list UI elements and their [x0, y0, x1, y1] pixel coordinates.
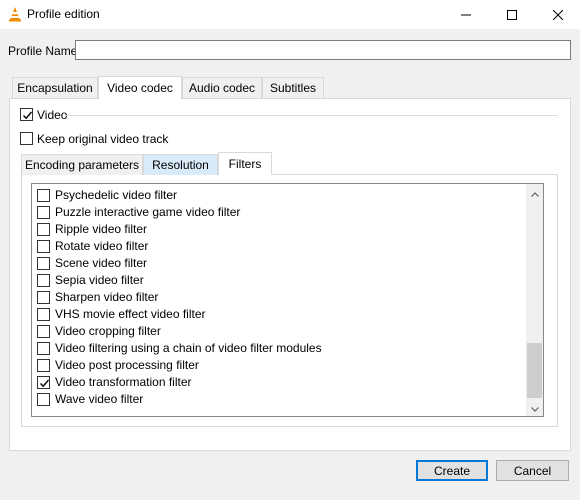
filter-label: VHS movie effect video filter: [55, 307, 206, 321]
create-button[interactable]: Create: [416, 460, 488, 481]
filter-label: Scene video filter: [55, 256, 148, 270]
profile-name-input[interactable]: [75, 40, 571, 60]
list-item[interactable]: Scene video filter: [32, 255, 526, 272]
filter-checkbox[interactable]: [37, 342, 50, 355]
window-title: Profile edition: [27, 7, 100, 21]
filter-label: Sepia video filter: [55, 273, 144, 287]
filter-checkbox[interactable]: [37, 359, 50, 372]
maximize-button[interactable]: [489, 0, 535, 29]
list-item[interactable]: VHS movie effect video filter: [32, 306, 526, 323]
cancel-button-label: Cancel: [513, 463, 552, 478]
filter-label: Puzzle interactive game video filter: [55, 205, 241, 219]
filter-label: Sharpen video filter: [55, 290, 159, 304]
list-item[interactable]: Psychedelic video filter: [32, 187, 526, 204]
filter-checkbox[interactable]: [37, 308, 50, 321]
list-item[interactable]: Video transformation filter: [32, 374, 526, 391]
keep-original-checkbox[interactable]: [20, 132, 33, 145]
filter-label: Ripple video filter: [55, 222, 148, 236]
scroll-up-button[interactable]: [526, 184, 543, 201]
filter-label: Wave video filter: [55, 392, 144, 406]
chevron-down-icon: [530, 401, 539, 415]
profile-name-label: Profile Name: [8, 44, 78, 58]
video-enable-label: Video: [37, 108, 68, 122]
tab-encoding-parameters[interactable]: Encoding parameters: [21, 154, 143, 175]
filter-label: Video cropping filter: [55, 324, 161, 338]
filter-checkbox[interactable]: [37, 240, 50, 253]
tab-resolution[interactable]: Resolution: [143, 154, 218, 175]
filter-label: Rotate video filter: [55, 239, 149, 253]
close-icon: [553, 9, 563, 20]
vertical-scrollbar[interactable]: [526, 184, 543, 416]
keep-original-label: Keep original video track: [37, 132, 169, 146]
video-enable-checkbox[interactable]: [20, 108, 33, 121]
tab-video-codec[interactable]: Video codec: [98, 76, 182, 99]
list-item[interactable]: Video filtering using a chain of video f…: [32, 340, 526, 357]
filter-label: Video filtering using a chain of video f…: [55, 341, 322, 355]
maximize-icon: [507, 9, 517, 20]
checkmark-icon: [23, 111, 33, 120]
filter-checkbox[interactable]: [37, 257, 50, 270]
vlc-cone-icon: [7, 6, 23, 22]
filter-checkbox[interactable]: [37, 206, 50, 219]
list-item[interactable]: Wave video filter: [32, 391, 526, 408]
list-item[interactable]: Sharpen video filter: [32, 289, 526, 306]
tab-encapsulation[interactable]: Encapsulation: [12, 77, 98, 98]
tab-subtitles[interactable]: Subtitles: [262, 77, 324, 98]
cancel-button[interactable]: Cancel: [496, 460, 569, 481]
filter-checkbox[interactable]: [37, 376, 50, 389]
scrollbar-thumb[interactable]: [527, 343, 542, 398]
tab-label: Video codec: [107, 81, 173, 95]
list-item[interactable]: Rotate video filter: [32, 238, 526, 255]
title-bar: Profile edition: [0, 0, 580, 29]
filter-checkbox[interactable]: [37, 393, 50, 406]
filter-label: Psychedelic video filter: [55, 188, 178, 202]
tab-label: Filters: [228, 157, 262, 171]
tab-label: Resolution: [152, 158, 209, 172]
create-button-label: Create: [433, 463, 471, 478]
filter-list[interactable]: Psychedelic video filter Puzzle interact…: [31, 183, 544, 417]
tab-label: Encapsulation: [17, 81, 93, 95]
tab-audio-codec[interactable]: Audio codec: [182, 77, 262, 98]
filter-checkbox[interactable]: [37, 223, 50, 236]
group-separator: [66, 115, 558, 116]
filter-label: Video post processing filter: [55, 358, 199, 372]
filter-checkbox[interactable]: [37, 189, 50, 202]
scroll-down-button[interactable]: [526, 399, 543, 416]
tab-filters[interactable]: Filters: [218, 152, 272, 175]
filter-checkbox[interactable]: [37, 274, 50, 287]
filter-checkbox[interactable]: [37, 291, 50, 304]
chevron-up-icon: [530, 186, 539, 200]
list-item[interactable]: Sepia video filter: [32, 272, 526, 289]
filter-checkbox[interactable]: [37, 325, 50, 338]
checkmark-icon: [40, 379, 50, 388]
minimize-icon: [461, 10, 471, 20]
tab-label: Audio codec: [188, 81, 256, 95]
tab-label: Subtitles: [269, 81, 317, 95]
list-item[interactable]: Ripple video filter: [32, 221, 526, 238]
list-item[interactable]: Puzzle interactive game video filter: [32, 204, 526, 221]
list-item[interactable]: Video cropping filter: [32, 323, 526, 340]
tab-label: Encoding parameters: [24, 158, 140, 172]
list-item[interactable]: Video post processing filter: [32, 357, 526, 374]
close-button[interactable]: [535, 0, 580, 29]
filter-label: Video transformation filter: [55, 375, 192, 389]
minimize-button[interactable]: [443, 0, 489, 29]
